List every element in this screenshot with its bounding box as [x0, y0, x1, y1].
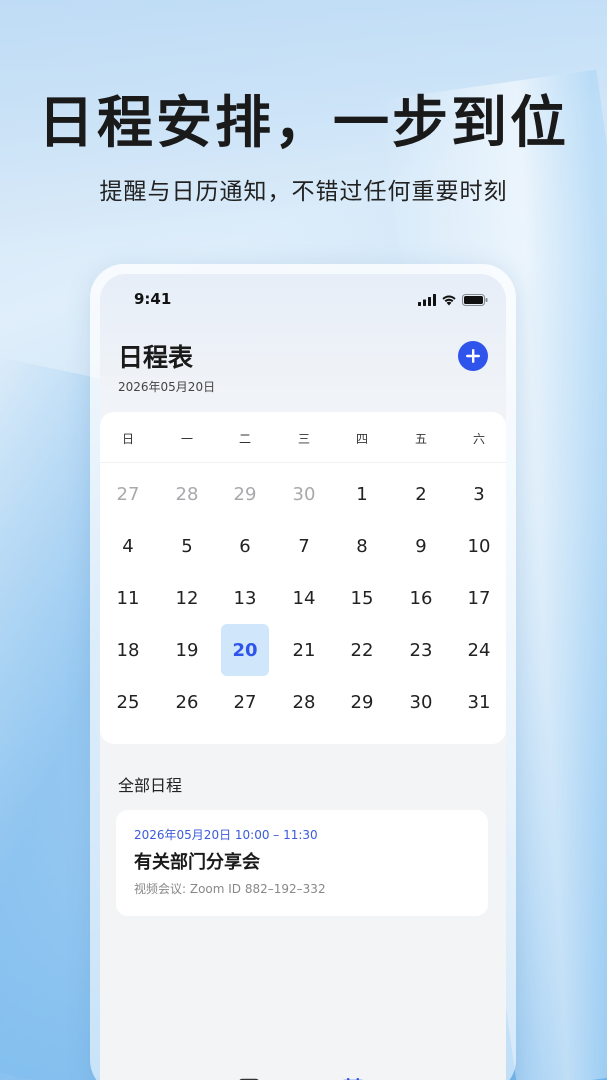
current-date: 2026年05月20日: [118, 380, 216, 394]
headline: 日程安排，一步到位: [38, 91, 569, 156]
calendar-day[interactable]: 17: [455, 572, 503, 624]
subline: 提醒与日历通知，不错过任何重要时刻: [99, 179, 508, 205]
calendar-day[interactable]: 28: [163, 468, 211, 520]
calendar-icon[interactable]: [340, 1076, 366, 1080]
battery-icon: [462, 294, 488, 306]
add-event-button[interactable]: [458, 341, 488, 371]
signal-icon: [418, 294, 436, 306]
plus-icon: [466, 349, 480, 363]
calendar-day[interactable]: 2: [397, 468, 445, 520]
status-icons: [418, 294, 488, 306]
calendar-day[interactable]: 27: [221, 676, 269, 728]
event-time: 2026年05月20日 10:00 – 11:30: [134, 828, 318, 842]
weekday-header: 日一二三四五六: [100, 430, 506, 450]
calendar-day[interactable]: 18: [104, 624, 152, 676]
calendar-day[interactable]: 30: [397, 676, 445, 728]
event-description: 视频会议: Zoom ID 882–192–332: [134, 882, 326, 896]
calendar-day[interactable]: 25: [104, 676, 152, 728]
calendar-day[interactable]: 15: [338, 572, 386, 624]
weekday-label: 五: [414, 432, 427, 446]
month-calendar: 日一二三四五六 27 28 29 30 1 2 3 4 5 6 7 8 9 10 11 12 13 14 15 16 1…: [100, 412, 506, 744]
document-icon[interactable]: [238, 1076, 260, 1080]
calendar-day[interactable]: 16: [397, 572, 445, 624]
event-title: 有关部门分享会: [134, 852, 260, 873]
calendar-day[interactable]: 14: [280, 572, 328, 624]
calendar-day[interactable]: 12: [163, 572, 211, 624]
weekday-label: 四: [355, 432, 368, 446]
section-title: 全部日程: [118, 776, 183, 795]
status-bar: 9:41: [100, 290, 506, 314]
status-time: 9:41: [134, 290, 172, 308]
weekday-label: 日: [121, 432, 134, 446]
calendar-day[interactable]: 30: [280, 468, 328, 520]
calendar-day[interactable]: 4: [104, 520, 152, 572]
calendar-day[interactable]: 23: [397, 624, 445, 676]
profile-icon[interactable]: [452, 1076, 470, 1080]
calendar-day[interactable]: 8: [338, 520, 386, 572]
calendar-day[interactable]: 19: [163, 624, 211, 676]
calendar-day[interactable]: 5: [163, 520, 211, 572]
calendar-day[interactable]: 31: [455, 676, 503, 728]
calendar-day[interactable]: 7: [280, 520, 328, 572]
calendar-day[interactable]: 29: [338, 676, 386, 728]
calendar-day[interactable]: 9: [397, 520, 445, 572]
event-card[interactable]: 2026年05月20日 10:00 – 11:30 有关部门分享会 视频会议: …: [116, 810, 488, 916]
calendar-day[interactable]: 1: [338, 468, 386, 520]
phone-frame: 9:41 日程表 2026年05月20日 日 一 二 三 四 五 六 27 28…: [90, 264, 516, 1080]
calendar-day-selected[interactable]: 20: [221, 624, 269, 676]
calendar-day[interactable]: 28: [280, 676, 328, 728]
wifi-icon: [442, 295, 456, 306]
calendar-day[interactable]: 3: [455, 468, 503, 520]
calendar-day[interactable]: 26: [163, 676, 211, 728]
calendar-day[interactable]: 29: [221, 468, 269, 520]
calendar-day[interactable]: 27: [104, 468, 152, 520]
weekday-divider: [100, 462, 506, 463]
calendar-day[interactable]: 21: [280, 624, 328, 676]
inbox-icon[interactable]: [134, 1076, 162, 1080]
weekday-label: 一: [180, 432, 193, 446]
weekday-label: 三: [297, 432, 310, 446]
app-screen: 9:41 日程表 2026年05月20日 日 一 二 三 四 五 六 27 28…: [100, 274, 506, 1080]
app-title: 日程表: [118, 343, 194, 372]
calendar-day[interactable]: 11: [104, 572, 152, 624]
calendar-day[interactable]: 22: [338, 624, 386, 676]
calendar-day[interactable]: 10: [455, 520, 503, 572]
calendar-day[interactable]: 24: [455, 624, 503, 676]
calendar-day[interactable]: 6: [221, 520, 269, 572]
calendar-day[interactable]: 13: [221, 572, 269, 624]
weekday-label: 二: [238, 432, 251, 446]
weekday-label: 六: [472, 432, 485, 446]
